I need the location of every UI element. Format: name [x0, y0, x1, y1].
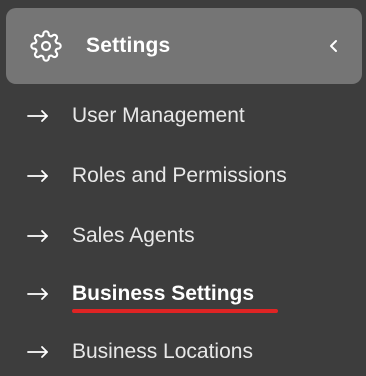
menu-item-user-management[interactable]: User Management — [0, 88, 366, 146]
arrow-right-icon — [27, 110, 48, 122]
menu-item-business-locations[interactable]: Business Locations — [0, 324, 366, 376]
menu-item-label: User Management — [72, 104, 245, 127]
menu-item-label: Business Locations — [72, 340, 253, 363]
arrow-right-icon — [27, 230, 48, 242]
menu-item-sales-agents[interactable]: Sales Agents — [0, 208, 366, 266]
active-underline — [72, 309, 278, 313]
arrow-right-icon — [27, 170, 48, 182]
settings-section-header[interactable]: Settings — [6, 8, 362, 84]
arrow-right-icon — [27, 346, 48, 358]
gear-icon — [30, 30, 62, 62]
arrow-right-icon — [27, 288, 48, 300]
menu-item-label: Roles and Permissions — [72, 164, 287, 187]
chevron-left-icon[interactable] — [324, 36, 344, 56]
sidebar: Settings User Management Roles and Permi… — [0, 0, 366, 376]
menu-item-label: Sales Agents — [72, 224, 195, 247]
menu-item-business-settings[interactable]: Business Settings — [0, 266, 366, 324]
menu-item-label: Business Settings — [72, 282, 255, 305]
section-title: Settings — [86, 34, 171, 57]
menu-item-roles-and-permissions[interactable]: Roles and Permissions — [0, 148, 366, 206]
